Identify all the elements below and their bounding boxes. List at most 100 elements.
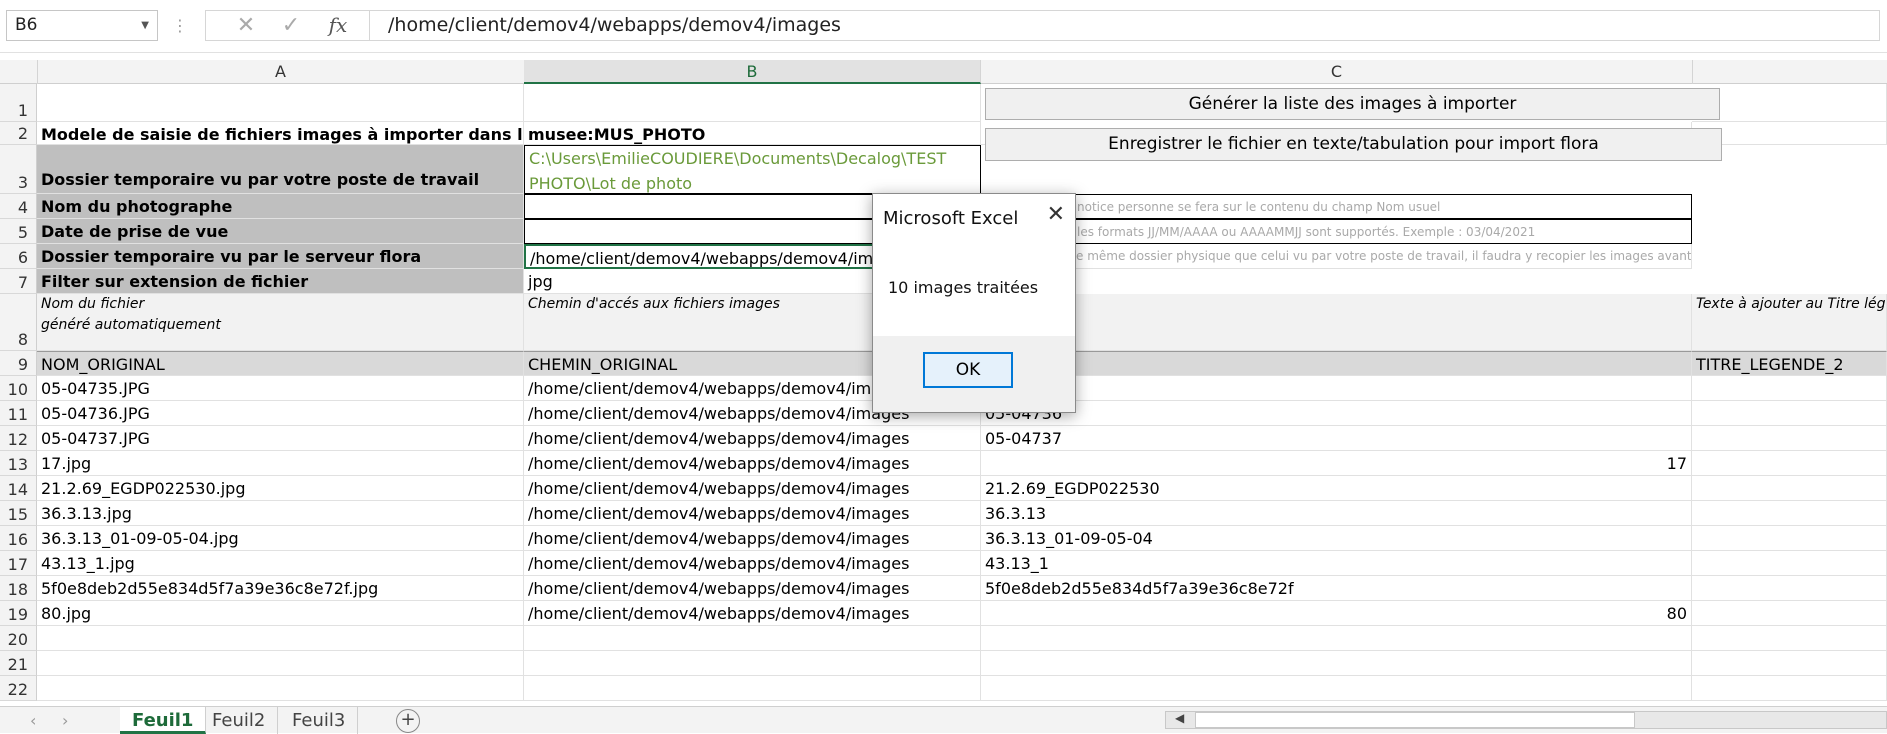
cell-a15[interactable]: 36.3.13.jpg [37, 501, 524, 526]
cell-c8[interactable] [981, 294, 1692, 351]
cell-b2[interactable]: musee:MUS_PHOTO [524, 122, 981, 145]
cell-b22[interactable] [524, 676, 981, 701]
cell-d22[interactable] [1692, 676, 1887, 701]
cell-c6[interactable]: e même dossier physique que celui vu par… [981, 244, 1692, 269]
close-icon[interactable]: ✕ [1047, 202, 1065, 227]
generate-list-button[interactable]: Générer la liste des images à importer [985, 88, 1720, 120]
formula-input[interactable]: /home/client/demov4/webapps/demov4/image… [370, 10, 1880, 41]
cell-d1[interactable] [1692, 84, 1887, 122]
sheet-tab-feuil2[interactable]: Feuil2 [200, 707, 279, 734]
row-header-18[interactable]: 18 [0, 576, 37, 601]
cell-d17[interactable] [1692, 551, 1887, 576]
cell-a9[interactable]: NOM_ORIGINAL [37, 351, 524, 376]
cell-b1[interactable] [524, 84, 981, 122]
row-header-2[interactable]: 2 [0, 122, 37, 145]
cell-a19[interactable]: 80.jpg [37, 601, 524, 626]
cell-d8[interactable]: Texte à ajouter au Titre légende [1692, 294, 1887, 351]
cell-d9[interactable]: TITRE_LEGENDE_2 [1692, 351, 1887, 376]
cell-a14[interactable]: 21.2.69_EGDP022530.jpg [37, 476, 524, 501]
row-header-1[interactable]: 1 [0, 84, 37, 122]
cell-c4[interactable]: notice personne se fera sur le contenu d… [981, 194, 1692, 219]
cell-c11[interactable]: 05-04736 [981, 401, 1692, 426]
more-options-icon[interactable]: ⋮ [172, 10, 188, 41]
cell-d14[interactable] [1692, 476, 1887, 501]
row-header-16[interactable]: 16 [0, 526, 37, 551]
row-header-21[interactable]: 21 [0, 651, 37, 676]
cell-b18[interactable]: /home/client/demov4/webapps/demov4/image… [524, 576, 981, 601]
cell-a3[interactable]: Dossier temporaire vu par votre poste de… [37, 145, 524, 194]
cell-a5[interactable]: Date de prise de vue [37, 219, 524, 244]
cell-c19[interactable]: 80 [981, 601, 1692, 626]
cell-c10[interactable] [981, 376, 1692, 401]
scroll-left-icon[interactable]: ◀ [1175, 711, 1184, 725]
cell-a1[interactable] [37, 84, 524, 122]
cell-c5[interactable]: les formats JJ/MM/AAAA ou AAAAMMJJ sont … [981, 219, 1692, 244]
cell-c13[interactable]: 17 [981, 451, 1692, 476]
cell-b21[interactable] [524, 651, 981, 676]
cell-c14[interactable]: 21.2.69_EGDP022530 [981, 476, 1692, 501]
cell-c16[interactable]: 36.3.13_01-09-05-04 [981, 526, 1692, 551]
ok-button[interactable]: OK [923, 352, 1013, 388]
cell-d18[interactable] [1692, 576, 1887, 601]
cell-c15[interactable]: 36.3.13 [981, 501, 1692, 526]
scroll-tabs-right-icon[interactable]: › [50, 707, 80, 734]
cell-c18[interactable]: 5f0e8deb2d55e834d5f7a39e36c8e72f [981, 576, 1692, 601]
sheet-tab-feuil1[interactable]: Feuil1 [120, 707, 207, 734]
cell-d21[interactable] [1692, 651, 1887, 676]
row-header-8[interactable]: 8 [0, 294, 37, 351]
cell-b3[interactable]: C:\Users\EmilieCOUDIERE\Documents\Decalo… [524, 145, 981, 194]
cell-a20[interactable] [37, 626, 524, 651]
row-header-5[interactable]: 5 [0, 219, 37, 244]
row-header-11[interactable]: 11 [0, 401, 37, 426]
cell-a21[interactable] [37, 651, 524, 676]
row-header-7[interactable]: 7 [0, 269, 37, 294]
cell-a11[interactable]: 05-04736.JPG [37, 401, 524, 426]
row-header-14[interactable]: 14 [0, 476, 37, 501]
column-header-a[interactable]: A [37, 60, 525, 84]
scroll-tabs-left-icon[interactable]: ‹ [18, 707, 48, 734]
enter-icon[interactable]: ✓ [271, 11, 311, 40]
cell-d11[interactable] [1692, 401, 1887, 426]
column-header-c[interactable]: C [981, 60, 1693, 84]
cell-b19[interactable]: /home/client/demov4/webapps/demov4/image… [524, 601, 981, 626]
row-header-15[interactable]: 15 [0, 501, 37, 526]
cell-b16[interactable]: /home/client/demov4/webapps/demov4/image… [524, 526, 981, 551]
cancel-icon[interactable]: ✕ [226, 11, 266, 40]
cell-b15[interactable]: /home/client/demov4/webapps/demov4/image… [524, 501, 981, 526]
cell-a18[interactable]: 5f0e8deb2d55e834d5f7a39e36c8e72f.jpg [37, 576, 524, 601]
cell-d20[interactable] [1692, 626, 1887, 651]
cell-a8[interactable]: Nom du fichier généré automatiquement [37, 294, 524, 351]
cell-a7[interactable]: Filter sur extension de fichier [37, 269, 524, 294]
cell-c17[interactable]: 43.13_1 [981, 551, 1692, 576]
row-header-9[interactable]: 9 [0, 351, 37, 376]
cell-b13[interactable]: /home/client/demov4/webapps/demov4/image… [524, 451, 981, 476]
add-sheet-icon[interactable]: + [396, 709, 420, 733]
cell-c22[interactable] [981, 676, 1692, 701]
row-header-10[interactable]: 10 [0, 376, 37, 401]
cell-a16[interactable]: 36.3.13_01-09-05-04.jpg [37, 526, 524, 551]
row-header-20[interactable]: 20 [0, 626, 37, 651]
row-header-19[interactable]: 19 [0, 601, 37, 626]
save-tab-file-button[interactable]: Enregistrer le fichier en texte/tabulati… [985, 128, 1722, 161]
cell-a12[interactable]: 05-04737.JPG [37, 426, 524, 451]
sheet-tab-feuil3[interactable]: Feuil3 [280, 707, 359, 734]
column-header-b[interactable]: B [524, 60, 981, 84]
cell-d12[interactable] [1692, 426, 1887, 451]
cell-a2[interactable]: Modele de saisie de fichiers images à im… [37, 122, 524, 145]
cell-a4[interactable]: Nom du photographe [37, 194, 524, 219]
cell-a10[interactable]: 05-04735.JPG [37, 376, 524, 401]
cell-d13[interactable] [1692, 451, 1887, 476]
row-header-17[interactable]: 17 [0, 551, 37, 576]
cell-b20[interactable] [524, 626, 981, 651]
cell-a22[interactable] [37, 676, 524, 701]
cell-d16[interactable] [1692, 526, 1887, 551]
cell-d10[interactable] [1692, 376, 1887, 401]
chevron-down-icon[interactable]: ▼ [141, 11, 149, 40]
column-header-d[interactable] [1692, 60, 1887, 84]
cell-c21[interactable] [981, 651, 1692, 676]
row-header-6[interactable]: 6 [0, 244, 37, 269]
cell-b12[interactable]: /home/client/demov4/webapps/demov4/image… [524, 426, 981, 451]
cell-a13[interactable]: 17.jpg [37, 451, 524, 476]
cell-a17[interactable]: 43.13_1.jpg [37, 551, 524, 576]
cell-b17[interactable]: /home/client/demov4/webapps/demov4/image… [524, 551, 981, 576]
